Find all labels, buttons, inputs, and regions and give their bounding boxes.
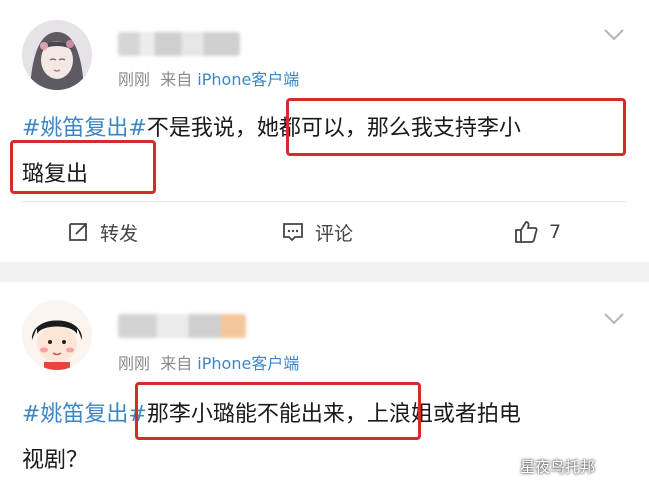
post-text-part-cont: 视剧？ — [22, 448, 89, 473]
highlight-box — [286, 98, 626, 156]
post-card: 刚刚 来自 iPhone客户端 #姚笛复出#不是我说，她都可以，那么我支持李小 … — [0, 0, 649, 262]
username-blurred[interactable] — [118, 314, 246, 338]
post-meta: 刚刚 来自 iPhone客户端 — [118, 66, 299, 90]
like-count: 7 — [549, 221, 562, 243]
chevron-down-icon[interactable] — [603, 312, 625, 326]
post-source[interactable]: iPhone客户端 — [197, 70, 299, 89]
user-avatar[interactable] — [22, 20, 92, 90]
watermark-text: 星夜鸟托邦 — [520, 458, 596, 476]
comment-button[interactable]: 评论 — [281, 210, 353, 254]
repost-label: 转发 — [100, 222, 139, 245]
action-bar: 转发 评论 7 — [0, 210, 649, 254]
thumbs-up-icon — [515, 221, 538, 243]
repost-button[interactable]: 转发 — [66, 210, 138, 254]
comment-icon — [283, 223, 303, 242]
chevron-down-icon[interactable] — [603, 28, 625, 42]
topic-link[interactable]: #姚笛复出# — [22, 402, 147, 427]
highlight-box — [135, 382, 421, 440]
topic-link[interactable]: #姚笛复出# — [22, 116, 147, 141]
username-blurred[interactable] — [118, 32, 240, 56]
post-from: 来自 — [160, 354, 193, 373]
like-button[interactable]: 7 — [513, 210, 561, 254]
comment-label: 评论 — [315, 222, 354, 245]
post-source[interactable]: iPhone客户端 — [197, 354, 299, 373]
user-avatar[interactable] — [22, 300, 92, 370]
post-from: 来自 — [160, 70, 193, 89]
post-text-part: 不是我说， — [146, 116, 257, 141]
post-meta: 刚刚 来自 iPhone客户端 — [118, 350, 299, 374]
repost-icon — [69, 223, 87, 241]
post-separator — [0, 262, 649, 282]
post-time: 刚刚 — [118, 354, 151, 373]
highlight-box — [10, 140, 156, 194]
divider — [22, 201, 627, 202]
post-time: 刚刚 — [118, 70, 151, 89]
